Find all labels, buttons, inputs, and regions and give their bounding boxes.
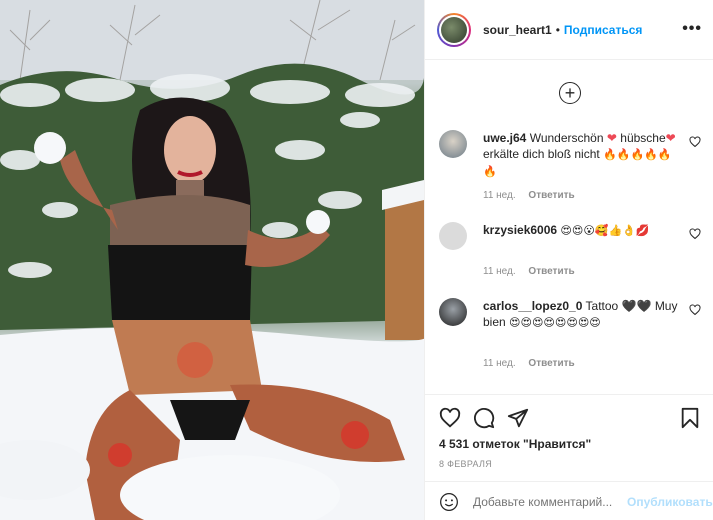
comment-item: krzysiek6006 😍😍😮🥰👍👌💋 11 нед. Ответить — [439, 222, 701, 282]
commenter-avatar[interactable] — [439, 130, 467, 158]
comment-username[interactable]: carlos__lopez0_0 — [483, 299, 582, 313]
comment-emoji: ❤ — [606, 131, 617, 145]
post-photo[interactable] — [0, 0, 424, 520]
photo-illustration — [0, 0, 424, 520]
comment-text: krzysiek6006 😍😍😮🥰👍👌💋 — [483, 222, 679, 239]
comment-text-part: Tattoo — [585, 299, 619, 313]
reply-button[interactable]: Ответить — [528, 266, 574, 277]
commenter-avatar[interactable] — [439, 222, 467, 250]
comment-username[interactable]: krzysiek6006 — [483, 223, 557, 237]
comment-text: carlos__lopez0_0 Tattoo 🖤🖤 Muy bien 😍😍😍😍… — [483, 298, 679, 331]
commenter-avatar[interactable] — [439, 298, 467, 326]
comment-meta: 11 нед. Ответить — [483, 266, 585, 277]
comment-meta: 11 нед. Ответить — [483, 358, 585, 369]
author-avatar[interactable] — [437, 12, 471, 47]
instagram-post: sour_heart1 • Подписаться ••• + uwe.j64 … — [0, 0, 713, 520]
post-side-panel: sour_heart1 • Подписаться ••• + uwe.j64 … — [424, 0, 713, 520]
heart-icon[interactable] — [439, 407, 461, 429]
comment-like-icon[interactable] — [689, 228, 701, 240]
comment-time: 11 нед. — [483, 190, 516, 201]
likes-count[interactable]: 4 531 отметок "Нравится" — [439, 437, 591, 451]
more-options-icon[interactable]: ••• — [682, 20, 702, 38]
comment-text-part: hübsche — [620, 131, 666, 145]
comment-icon[interactable] — [473, 407, 495, 429]
follow-button[interactable]: Подписаться — [564, 23, 642, 37]
comment-text-part: erkälte dich bloß nicht — [483, 147, 600, 161]
author-avatar-image — [441, 16, 467, 43]
comment-item: carlos__lopez0_0 Tattoo 🖤🖤 Muy bien 😍😍😍😍… — [439, 298, 701, 374]
comment-emojis: 😍😍😮🥰👍👌💋 — [560, 224, 650, 237]
post-actions: 4 531 отметок "Нравится" 8 ФЕВРАЛЯ Опубл… — [425, 394, 713, 520]
reply-button[interactable]: Ответить — [528, 190, 574, 201]
add-comment-row: Опубликовать — [425, 481, 713, 520]
comment-time: 11 нед. — [483, 358, 516, 369]
comment-like-icon[interactable] — [689, 136, 701, 148]
comment-time: 11 нед. — [483, 266, 516, 277]
comment-like-icon[interactable] — [689, 304, 701, 316]
bookmark-icon[interactable] — [679, 407, 701, 429]
post-date: 8 ФЕВРАЛЯ — [439, 459, 493, 469]
comment-text: uwe.j64 Wunderschön ❤ hübsche❤ erkälte di… — [483, 130, 679, 180]
header-separator: • — [555, 22, 560, 37]
comment-emoji: 🖤🖤 — [621, 299, 652, 313]
comment-text-part: Wunderschön — [529, 131, 604, 145]
comment-input[interactable] — [473, 494, 623, 509]
share-icon[interactable] — [507, 407, 529, 429]
reply-button[interactable]: Ответить — [528, 358, 574, 369]
comment-emojis: 😍😍😍😍😍😍😍😍 — [509, 316, 601, 329]
comment-emoji: ❤ — [665, 131, 676, 145]
comment-item: uwe.j64 Wunderschön ❤ hübsche❤ erkälte di… — [439, 130, 701, 201]
comment-username[interactable]: uwe.j64 — [483, 131, 526, 145]
comment-meta: 11 нед. Ответить — [483, 190, 585, 201]
load-more-icon[interactable]: + — [559, 82, 581, 104]
post-header: sour_heart1 • Подписаться ••• — [425, 0, 713, 60]
emoji-icon[interactable] — [439, 492, 459, 512]
author-username[interactable]: sour_heart1 — [483, 23, 552, 37]
publish-button[interactable]: Опубликовать — [627, 495, 713, 509]
